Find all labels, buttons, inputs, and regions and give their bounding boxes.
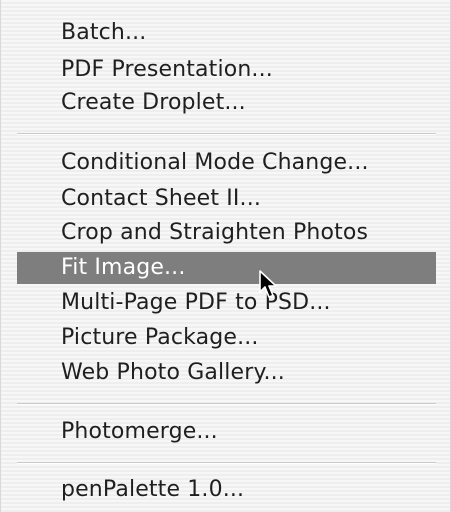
menu-item-multi-page-pdf-to-psd[interactable]: Multi-Page PDF to PSD...: [17, 287, 436, 319]
menu-item-penpalette[interactable]: penPalette 1.0...: [17, 474, 436, 506]
menu-item-photomerge[interactable]: Photomerge...: [17, 416, 436, 448]
menu-item-contact-sheet-ii[interactable]: Contact Sheet II...: [17, 183, 436, 215]
automate-submenu: Batch... PDF Presentation... Create Drop…: [0, 0, 451, 512]
menu-item-create-droplet[interactable]: Create Droplet...: [17, 87, 436, 119]
menu-item-pdf-presentation[interactable]: PDF Presentation...: [17, 54, 436, 86]
menu-item-fit-image[interactable]: Fit Image...: [17, 252, 436, 284]
menu-item-batch[interactable]: Batch...: [17, 17, 436, 49]
menu-item-picture-package[interactable]: Picture Package...: [17, 322, 436, 354]
menu-separator: [17, 403, 436, 405]
menu-separator: [17, 462, 436, 464]
menu-item-conditional-mode-change[interactable]: Conditional Mode Change...: [17, 147, 436, 179]
menu-separator: [17, 133, 436, 135]
menu-item-web-photo-gallery[interactable]: Web Photo Gallery...: [17, 357, 436, 389]
menu-item-crop-and-straighten-photos[interactable]: Crop and Straighten Photos: [17, 217, 436, 249]
